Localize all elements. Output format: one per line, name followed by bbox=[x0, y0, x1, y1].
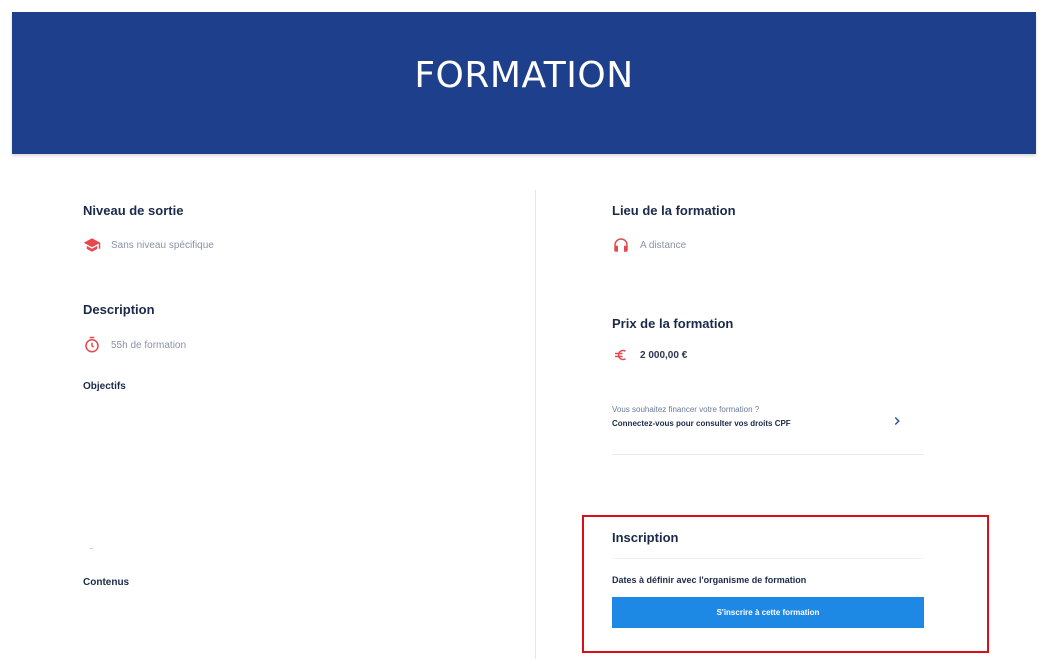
lieu-value: A distance bbox=[640, 239, 687, 251]
inscription-title: Inscription bbox=[612, 530, 679, 545]
niveau-value: Sans niveau spécifique bbox=[111, 239, 214, 251]
niveau-title: Niveau de sortie bbox=[83, 203, 184, 218]
contenus-label: Contenus bbox=[83, 577, 130, 588]
inscription-divider bbox=[612, 558, 924, 559]
page-title: FORMATION bbox=[414, 54, 634, 96]
prix-title: Prix de la formation bbox=[612, 316, 734, 331]
inscrire-button[interactable]: S'inscrire à cette formation bbox=[612, 597, 924, 628]
headphones-icon bbox=[612, 236, 630, 254]
duree-row: 55h de formation bbox=[83, 336, 186, 354]
column-divider bbox=[535, 190, 536, 659]
niveau-row: Sans niveau spécifique bbox=[83, 236, 214, 254]
timer-icon bbox=[83, 336, 101, 354]
faint-mark bbox=[90, 548, 93, 549]
cpf-line2[interactable]: Connectez-vous pour consulter vos droits… bbox=[612, 419, 791, 428]
lieu-row: A distance bbox=[612, 236, 686, 254]
objectifs-label: Objectifs bbox=[83, 381, 126, 392]
description-title: Description bbox=[83, 302, 155, 317]
cpf-line1: Vous souhaitez financer votre formation … bbox=[612, 405, 760, 414]
prix-row: 2 000,00 € bbox=[612, 346, 687, 364]
duree-value: 55h de formation bbox=[111, 339, 187, 351]
chevron-right-icon[interactable] bbox=[890, 414, 904, 428]
cpf-card[interactable]: Vous souhaitez financer votre formation … bbox=[612, 396, 924, 455]
page: FORMATION Niveau de sortie Sans niveau s… bbox=[0, 0, 1048, 659]
prix-value: 2 000,00 € bbox=[640, 349, 688, 361]
dates-text: Dates à définir avec l'organisme de form… bbox=[612, 575, 807, 585]
lieu-title: Lieu de la formation bbox=[612, 203, 736, 218]
graduation-cap-icon bbox=[83, 236, 101, 254]
euro-icon bbox=[612, 346, 630, 364]
header-banner: FORMATION bbox=[12, 12, 1036, 154]
